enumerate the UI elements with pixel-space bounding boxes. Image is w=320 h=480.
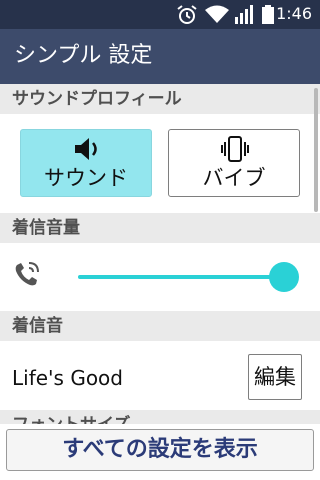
section-header-ringtone: 着信音 [0,311,320,341]
sound-mode-label: サウンド [44,166,128,190]
app-bar: シンプル 設定 [0,29,320,84]
section-header-font-size: フォントサイズ [0,410,320,424]
ringer-volume-thumb[interactable] [269,262,299,292]
phone-ringing-icon [15,262,39,286]
wifi-icon [205,5,229,23]
ringtone-value: Life's Good [12,366,123,390]
footer: すべての設定を表示 [0,424,320,480]
status-time: 1:46 [276,4,312,23]
status-bar: 1:46 [0,0,320,29]
all-settings-button[interactable]: すべての設定を表示 [6,429,314,471]
vibrate-mode-button[interactable]: バイブ [168,129,300,197]
battery-icon [262,5,274,24]
speaker-icon [75,138,97,160]
alarm-icon [177,5,197,24]
page-title: シンプル 設定 [14,43,153,68]
vibrate-mode-label: バイブ [202,166,266,190]
sound-mode-button[interactable]: サウンド [20,129,152,197]
settings-list[interactable]: サウンドプロフィール サウンド バイブ 着信音量 着信音 Life's Good… [0,84,320,424]
signal-icon [235,5,253,24]
vibrate-icon [221,136,249,162]
scrollbar[interactable] [314,88,318,212]
ringer-volume-track[interactable] [78,275,284,279]
section-header-sound-profile: サウンドプロフィール [0,84,320,114]
edit-ringtone-button[interactable]: 編集 [248,354,302,400]
section-header-ringer-volume: 着信音量 [0,213,320,243]
